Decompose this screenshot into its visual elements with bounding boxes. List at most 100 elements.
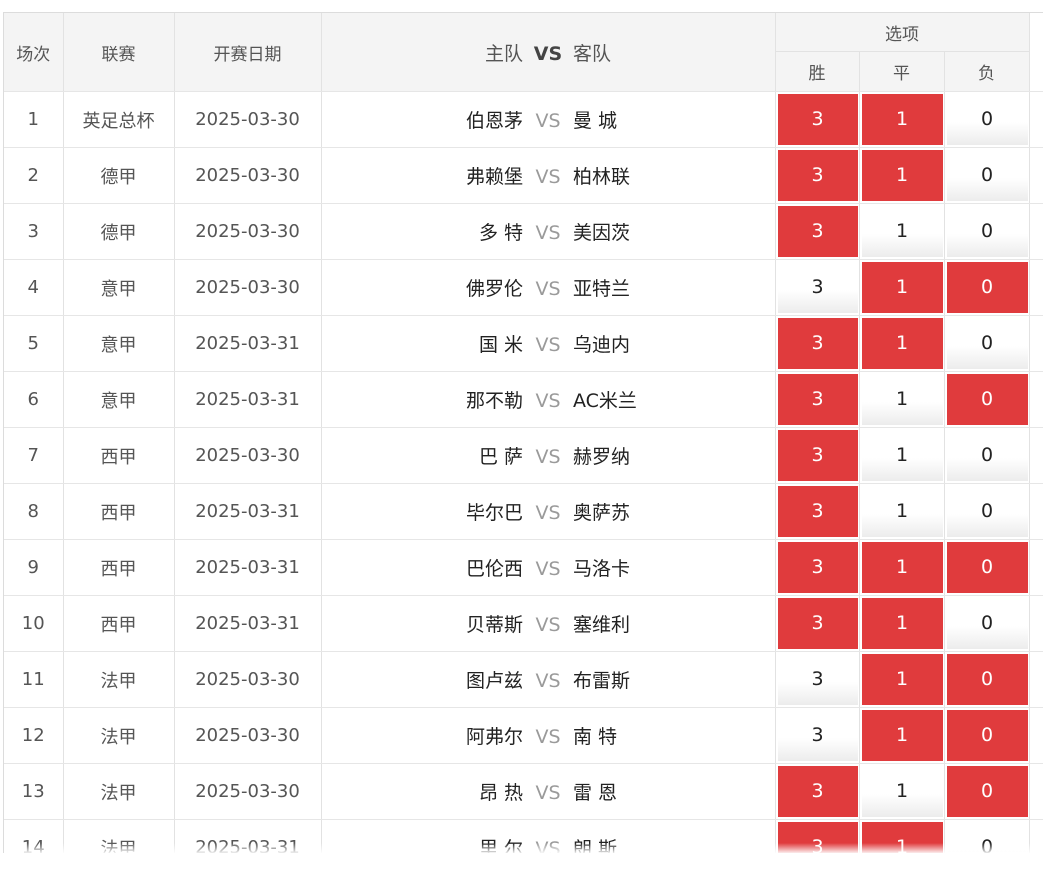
vs-label: VS (535, 838, 561, 853)
vs-label: VS (535, 446, 561, 468)
option-lose-button[interactable]: 0 (946, 654, 1028, 705)
option-lose-button[interactable]: 0 (946, 206, 1028, 257)
vs-label: VS (535, 614, 561, 636)
option-draw-button[interactable]: 1 (861, 542, 943, 593)
round-number: 7 (4, 427, 64, 484)
option-draw-cell: 1 (859, 763, 945, 820)
header-lose: 负 (944, 51, 1030, 92)
option-win-button[interactable]: 3 (777, 262, 858, 313)
option-lose-button[interactable]: 0 (946, 486, 1028, 537)
option-draw-cell: 1 (859, 651, 945, 708)
option-draw-button[interactable]: 1 (861, 486, 943, 537)
option-draw-button[interactable]: 1 (861, 374, 943, 425)
header-teams: 主队 VS 客队 (321, 13, 776, 92)
option-win-button[interactable]: 3 (777, 374, 858, 425)
vs-label: VS (535, 166, 561, 188)
table-row: 5 意甲 2025-03-31 国 米 VS 乌迪内 3 1 0 (4, 315, 1043, 372)
round-number: 3 (4, 203, 64, 260)
home-team: 多 特 (478, 222, 523, 244)
home-team: 那不勒 (465, 390, 523, 412)
option-win-button[interactable]: 3 (777, 206, 858, 257)
option-lose-cell: 0 (944, 819, 1030, 853)
option-draw-button[interactable]: 1 (861, 150, 943, 201)
option-draw-button[interactable]: 1 (861, 430, 943, 481)
option-lose-cell: 0 (944, 651, 1030, 708)
option-win-button[interactable]: 3 (777, 94, 858, 145)
table-row: 14 法甲 2025-03-31 里 尔 VS 朗 斯 3 1 0 (4, 819, 1043, 853)
option-win-cell: 3 (775, 651, 860, 708)
option-win-button[interactable]: 3 (777, 710, 858, 761)
header-vs: VS (533, 42, 563, 65)
option-lose-button[interactable]: 0 (946, 150, 1028, 201)
option-lose-button[interactable]: 0 (946, 598, 1028, 649)
option-lose-button[interactable]: 0 (946, 822, 1028, 853)
row-extra-cell (1029, 595, 1043, 652)
round-number: 9 (4, 539, 64, 596)
row-extra-cell (1029, 259, 1043, 316)
row-extra-cell (1029, 315, 1043, 372)
option-draw-button[interactable]: 1 (861, 318, 943, 369)
option-lose-button[interactable]: 0 (946, 766, 1028, 817)
option-lose-button[interactable]: 0 (946, 710, 1028, 761)
match-teams: 国 米 VS 乌迪内 (321, 315, 776, 372)
option-win-cell: 3 (775, 259, 860, 316)
league-name: 意甲 (63, 315, 175, 372)
option-draw-button[interactable]: 1 (861, 94, 943, 145)
option-lose-button[interactable]: 0 (946, 94, 1028, 145)
option-draw-button[interactable]: 1 (861, 654, 943, 705)
match-date: 2025-03-31 (174, 595, 322, 652)
match-table-container: 场次 联赛 开赛日期 主队 VS 客队 选项 胜 平 负 1 英足总杯 2025-0… (3, 12, 1043, 853)
option-draw-button[interactable]: 1 (861, 822, 943, 853)
match-date: 2025-03-30 (174, 91, 322, 148)
vs-label: VS (535, 334, 561, 356)
option-win-button[interactable]: 3 (777, 542, 858, 593)
option-draw-cell: 1 (859, 595, 945, 652)
option-lose-button[interactable]: 0 (946, 430, 1028, 481)
match-teams: 巴伦西 VS 马洛卡 (321, 539, 776, 596)
option-win-button[interactable]: 3 (777, 654, 858, 705)
round-number: 14 (4, 819, 64, 853)
option-win-cell: 3 (775, 427, 860, 484)
table-row: 3 德甲 2025-03-30 多 特 VS 美因茨 3 1 0 (4, 203, 1043, 260)
option-draw-button[interactable]: 1 (861, 598, 943, 649)
league-name: 西甲 (63, 483, 175, 540)
option-lose-button[interactable]: 0 (946, 542, 1028, 593)
round-number: 12 (4, 707, 64, 764)
option-draw-cell: 1 (859, 539, 945, 596)
option-win-button[interactable]: 3 (777, 150, 858, 201)
table-row: 11 法甲 2025-03-30 图卢兹 VS 布雷斯 3 1 0 (4, 651, 1043, 708)
vs-label: VS (535, 222, 561, 244)
vs-label: VS (535, 670, 561, 692)
header-win: 胜 (775, 51, 860, 92)
home-team: 伯恩茅 (465, 110, 523, 132)
home-team: 国 米 (478, 334, 523, 356)
option-win-button[interactable]: 3 (777, 822, 858, 853)
option-draw-button[interactable]: 1 (861, 710, 943, 761)
table-header: 场次 联赛 开赛日期 主队 VS 客队 选项 胜 平 负 (4, 13, 1043, 92)
option-win-cell: 3 (775, 91, 860, 148)
option-draw-cell: 1 (859, 203, 945, 260)
match-teams: 那不勒 VS AC米兰 (321, 371, 776, 428)
option-draw-button[interactable]: 1 (861, 206, 943, 257)
match-teams: 里 尔 VS 朗 斯 (321, 819, 776, 853)
option-win-cell: 3 (775, 819, 860, 853)
option-draw-button[interactable]: 1 (861, 262, 943, 313)
option-lose-button[interactable]: 0 (946, 318, 1028, 369)
match-date: 2025-03-31 (174, 371, 322, 428)
option-win-button[interactable]: 3 (777, 766, 858, 817)
option-win-button[interactable]: 3 (777, 486, 858, 537)
option-win-cell: 3 (775, 595, 860, 652)
option-win-button[interactable]: 3 (777, 430, 858, 481)
home-team: 巴伦西 (465, 558, 523, 580)
option-win-button[interactable]: 3 (777, 318, 858, 369)
option-draw-button[interactable]: 1 (861, 766, 943, 817)
option-lose-button[interactable]: 0 (946, 374, 1028, 425)
vs-label: VS (535, 390, 561, 412)
league-name: 德甲 (63, 203, 175, 260)
match-table: 场次 联赛 开赛日期 主队 VS 客队 选项 胜 平 负 1 英足总杯 2025-0… (4, 13, 1043, 853)
option-lose-button[interactable]: 0 (946, 262, 1028, 313)
away-team: 曼 城 (573, 110, 618, 132)
match-teams: 毕尔巴 VS 奥萨苏 (321, 483, 776, 540)
match-date: 2025-03-30 (174, 651, 322, 708)
option-win-button[interactable]: 3 (777, 598, 858, 649)
